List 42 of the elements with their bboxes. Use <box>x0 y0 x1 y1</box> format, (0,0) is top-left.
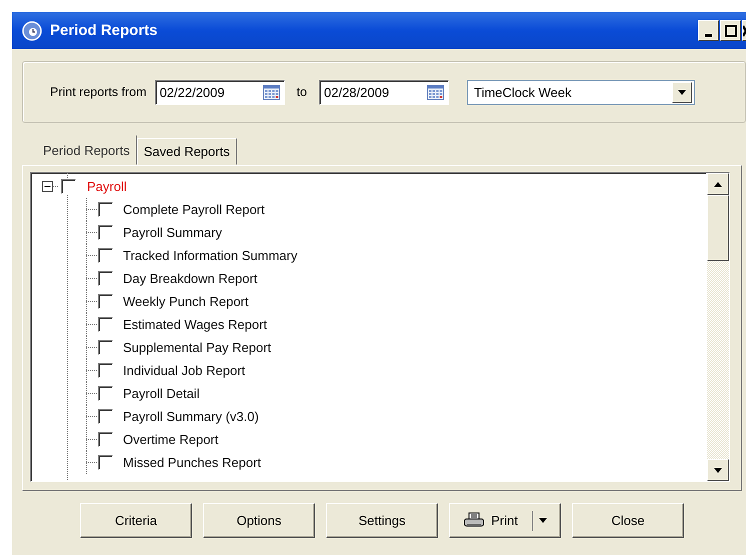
dialog-button[interactable]: Criteria <box>80 503 192 538</box>
dropdown-arrow-icon <box>678 90 686 94</box>
close-button[interactable] <box>742 20 746 41</box>
tree-item[interactable]: Tracked Information Summary <box>123 248 298 263</box>
tree-item[interactable]: Payroll <box>87 179 127 194</box>
window-title: Period Reports <box>50 22 159 39</box>
tree-item[interactable]: Payroll Summary (v3.0) <box>123 409 259 424</box>
maximize-icon <box>724 24 736 36</box>
clock-icon <box>22 20 42 40</box>
tree-item[interactable]: Overtime Report <box>123 432 218 447</box>
from-date-field[interactable]: 02/22/2009 <box>154 80 285 104</box>
tree-item[interactable]: Complete Payroll Report <box>123 202 265 217</box>
tree-item[interactable]: Supplemental Pay Report <box>123 340 272 355</box>
dialog-button[interactable]: Options <box>203 503 315 538</box>
collapse-icon[interactable] <box>42 181 53 192</box>
range-label: Print reports from <box>50 85 147 99</box>
to-label: to <box>296 85 307 99</box>
print-button[interactable]: Print <box>449 503 561 538</box>
scroll-up-icon[interactable] <box>714 182 722 186</box>
tree-item[interactable]: Missed Punches Report <box>123 455 262 470</box>
scroll-down-icon[interactable] <box>714 468 722 472</box>
scrollbar-thumb[interactable] <box>707 195 729 261</box>
printer-icon <box>463 512 486 529</box>
dialog-button[interactable]: Settings <box>326 503 438 538</box>
dropdown-arrow-icon[interactable] <box>538 518 547 523</box>
calendar-icon[interactable] <box>427 84 444 100</box>
maximize-button[interactable] <box>720 20 741 41</box>
scrollbar[interactable] <box>706 173 729 481</box>
tree-item[interactable]: Payroll Detail <box>123 386 200 401</box>
period-dropdown[interactable]: TimeClock Week <box>467 80 695 104</box>
tree-item[interactable]: Individual Job Report <box>123 363 246 378</box>
calendar-icon[interactable] <box>262 84 280 100</box>
minimize-button[interactable] <box>698 20 719 41</box>
close-icon <box>743 24 746 36</box>
tree-item[interactable]: Estimated Wages Report <box>123 317 268 332</box>
tree-item[interactable]: Weekly Punch Report <box>123 294 248 309</box>
to-date-field[interactable]: 02/28/2009 <box>319 80 449 104</box>
tree-item[interactable]: Day Breakdown Report <box>123 271 258 286</box>
minimize-icon <box>705 34 712 36</box>
tree-item[interactable]: Payroll Summary <box>123 225 222 240</box>
dialog-button[interactable]: Close <box>572 503 684 538</box>
tab[interactable]: Saved Reports <box>136 138 237 165</box>
